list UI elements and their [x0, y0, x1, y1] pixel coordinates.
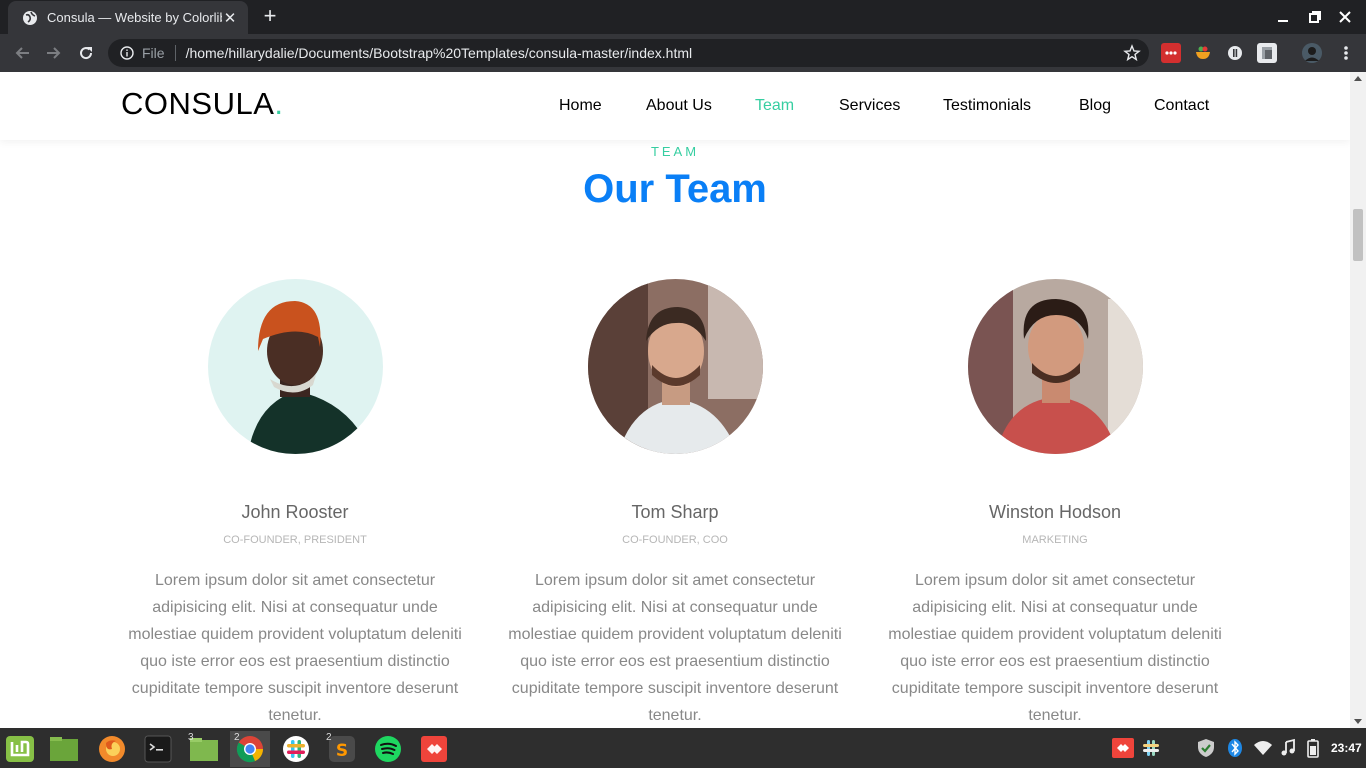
globe-icon — [22, 10, 38, 26]
nav-about-us[interactable]: About Us — [646, 97, 712, 115]
scrollbar-thumb[interactable] — [1353, 209, 1363, 261]
chrome-icon[interactable]: 2 — [230, 731, 270, 767]
lastpass-extension-icon[interactable] — [1161, 43, 1181, 63]
taskbar: 3 2 2 S 23:47 — [0, 728, 1366, 768]
bluetooth-icon[interactable] — [1225, 738, 1245, 758]
app-badge: 2 — [326, 732, 332, 743]
bookmark-star-icon[interactable] — [1123, 44, 1141, 62]
clock[interactable]: 23:47 — [1331, 741, 1362, 755]
svg-text:S: S — [336, 741, 348, 761]
browser-tab[interactable]: Consula — Website by Colorlib ✕ — [8, 1, 248, 34]
firefox-icon[interactable] — [92, 731, 132, 767]
close-window-icon[interactable] — [1336, 8, 1354, 26]
member-role: CO-FOUNDER, PRESIDENT — [223, 534, 367, 546]
tab-close-icon[interactable]: ✕ — [222, 9, 238, 27]
section-eyebrow: TEAM — [650, 144, 700, 159]
member-role: MARKETING — [1022, 534, 1088, 546]
anydesk-icon[interactable] — [414, 731, 454, 767]
extension-circle-icon[interactable] — [1225, 43, 1245, 63]
member-name: John Rooster — [241, 502, 349, 522]
app-badge: 3 — [188, 732, 194, 743]
web-page: CONSULA. Home About Us Team Services Tes… — [0, 72, 1350, 728]
nav-team[interactable]: Team — [755, 97, 794, 115]
terminal-icon[interactable] — [138, 731, 178, 767]
site-logo[interactable]: CONSULA. — [121, 86, 284, 122]
omnibox-divider — [174, 45, 176, 61]
nav-services[interactable]: Services — [839, 97, 900, 115]
slack-icon[interactable] — [276, 731, 316, 767]
team-member-card: John Rooster CO-FOUNDER, PRESIDENT Lorem… — [105, 279, 485, 728]
music-note-icon[interactable] — [1278, 738, 1298, 758]
browser-tab-strip: Consula — Website by Colorlib ✕ + — [0, 0, 1366, 34]
member-role: CO-FOUNDER, COO — [622, 534, 728, 546]
section-heading: Our Team — [583, 167, 767, 211]
member-photo — [207, 279, 383, 454]
member-photo — [587, 279, 763, 454]
tab-title: Consula — Website by Colorlib — [47, 10, 222, 25]
address-bar[interactable]: File /home/hillarydalie/Documents/Bootst… — [108, 39, 1149, 67]
battery-icon[interactable] — [1303, 738, 1323, 758]
team-member-card: Tom Sharp CO-FOUNDER, COO Lorem ipsum do… — [485, 279, 865, 728]
nav-testimonials[interactable]: Testimonials — [943, 97, 1031, 115]
folder-icon[interactable]: 3 — [184, 731, 224, 767]
info-icon[interactable] — [120, 46, 134, 60]
reload-icon[interactable] — [75, 42, 97, 64]
url-text[interactable]: /home/hillarydalie/Documents/Bootstrap%2… — [186, 45, 693, 61]
team-member-card: Winston Hodson MARKETING Lorem ipsum dol… — [865, 279, 1245, 728]
member-name: Tom Sharp — [631, 502, 719, 522]
browser-toolbar: File /home/hillarydalie/Documents/Bootst… — [0, 34, 1366, 72]
member-photo — [967, 279, 1143, 454]
profile-avatar-icon[interactable] — [1302, 43, 1322, 63]
nav-blog[interactable]: Blog — [1079, 97, 1111, 115]
browser-menu-icon[interactable] — [1340, 43, 1352, 63]
wifi-icon[interactable] — [1253, 738, 1273, 758]
new-tab-button[interactable]: + — [259, 5, 281, 28]
mint-menu-icon[interactable] — [0, 731, 40, 767]
minimize-icon[interactable] — [1274, 8, 1292, 26]
spotify-icon[interactable] — [368, 731, 408, 767]
member-name: Winston Hodson — [988, 502, 1122, 522]
slack-tray-icon[interactable] — [1141, 738, 1161, 758]
anydesk-tray-icon[interactable] — [1112, 738, 1134, 758]
url-scheme-label: File — [142, 45, 165, 61]
page-scrollbar[interactable] — [1350, 72, 1366, 728]
member-bio: Lorem ipsum dolor sit amet consectetur a… — [128, 572, 462, 724]
nav-home[interactable]: Home — [559, 97, 602, 115]
member-bio: Lorem ipsum dolor sit amet consectetur a… — [508, 572, 842, 724]
scroll-down-arrow-icon[interactable] — [1354, 719, 1362, 724]
shield-tray-icon[interactable] — [1196, 738, 1216, 758]
logo-text: CONSULA — [121, 86, 275, 121]
nav-contact[interactable]: Contact — [1154, 97, 1209, 115]
scroll-up-arrow-icon[interactable] — [1354, 76, 1362, 81]
back-arrow-icon[interactable] — [11, 42, 33, 64]
file-manager-icon[interactable] — [44, 731, 84, 767]
member-bio: Lorem ipsum dolor sit amet consectetur a… — [888, 572, 1222, 724]
extension-tile-icon[interactable] — [1257, 43, 1277, 63]
app-badge: 2 — [234, 732, 240, 743]
forward-arrow-icon[interactable] — [43, 42, 65, 64]
site-navbar: CONSULA. Home About Us Team Services Tes… — [0, 72, 1350, 140]
logo-dot: . — [274, 86, 284, 121]
sublime-text-icon[interactable]: 2 S — [322, 731, 362, 767]
extension-bowl-icon[interactable] — [1193, 43, 1213, 63]
restore-icon[interactable] — [1306, 8, 1324, 26]
